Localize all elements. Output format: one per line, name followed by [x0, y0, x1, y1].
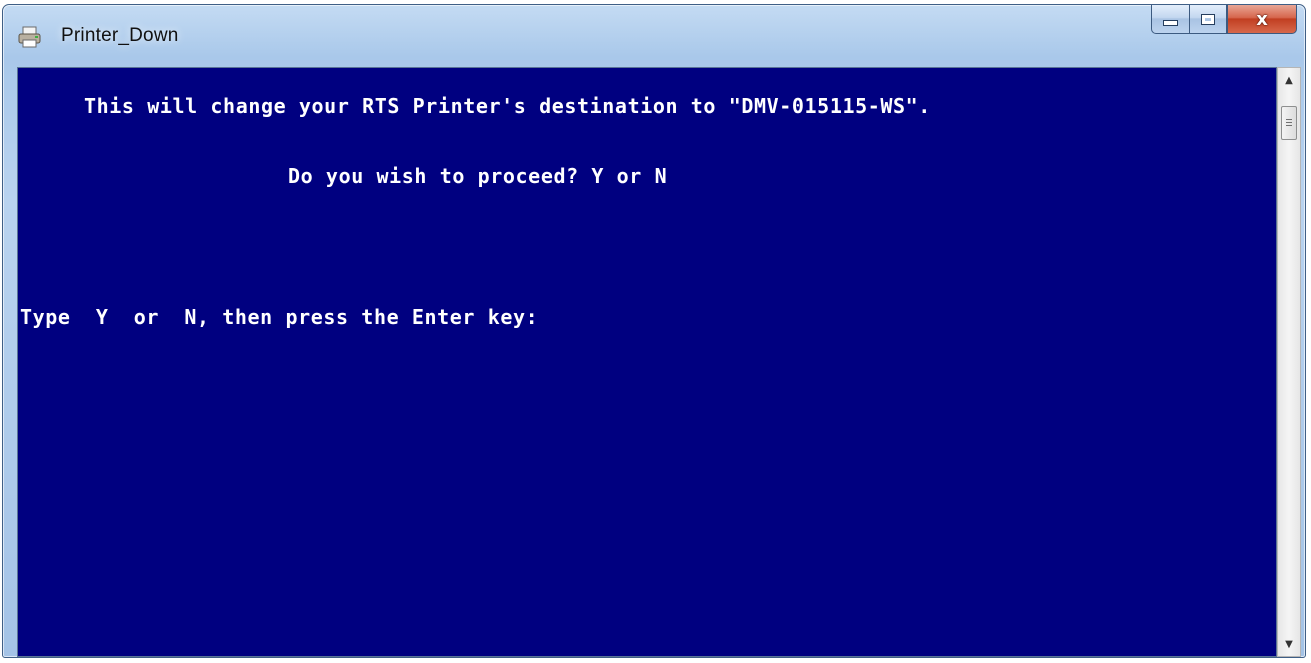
minimize-icon — [1163, 20, 1178, 26]
console-proceed-prompt: Do you wish to proceed? Y or N — [288, 164, 668, 188]
scroll-down-icon[interactable]: ▼ — [1278, 636, 1300, 654]
window-title: Printer_Down — [61, 25, 179, 46]
vertical-scrollbar[interactable]: ▲ ▼ — [1277, 67, 1301, 657]
scrollbar-thumb[interactable] — [1281, 106, 1297, 140]
caption-buttons: x — [1151, 5, 1297, 35]
maximize-icon — [1201, 13, 1215, 25]
title-bar[interactable]: Printer_Down x — [3, 5, 1305, 63]
console-input-prompt: Type Y or N, then press the Enter key: — [20, 305, 539, 329]
scroll-up-icon[interactable]: ▲ — [1278, 72, 1300, 90]
grip-line-icon — [1286, 122, 1292, 123]
console-destination-message: This will change your RTS Printer's dest… — [84, 94, 931, 118]
minimize-button[interactable] — [1151, 5, 1189, 34]
close-icon: x — [1256, 8, 1268, 30]
close-button[interactable]: x — [1227, 5, 1297, 34]
grip-line-icon — [1286, 125, 1292, 126]
grip-line-icon — [1286, 119, 1292, 120]
maximize-button[interactable] — [1189, 5, 1227, 34]
console-window: Printer_Down x This will change your RTS… — [2, 4, 1306, 658]
console-screen[interactable]: This will change your RTS Printer's dest… — [17, 67, 1277, 657]
printer-app-icon — [18, 26, 41, 48]
